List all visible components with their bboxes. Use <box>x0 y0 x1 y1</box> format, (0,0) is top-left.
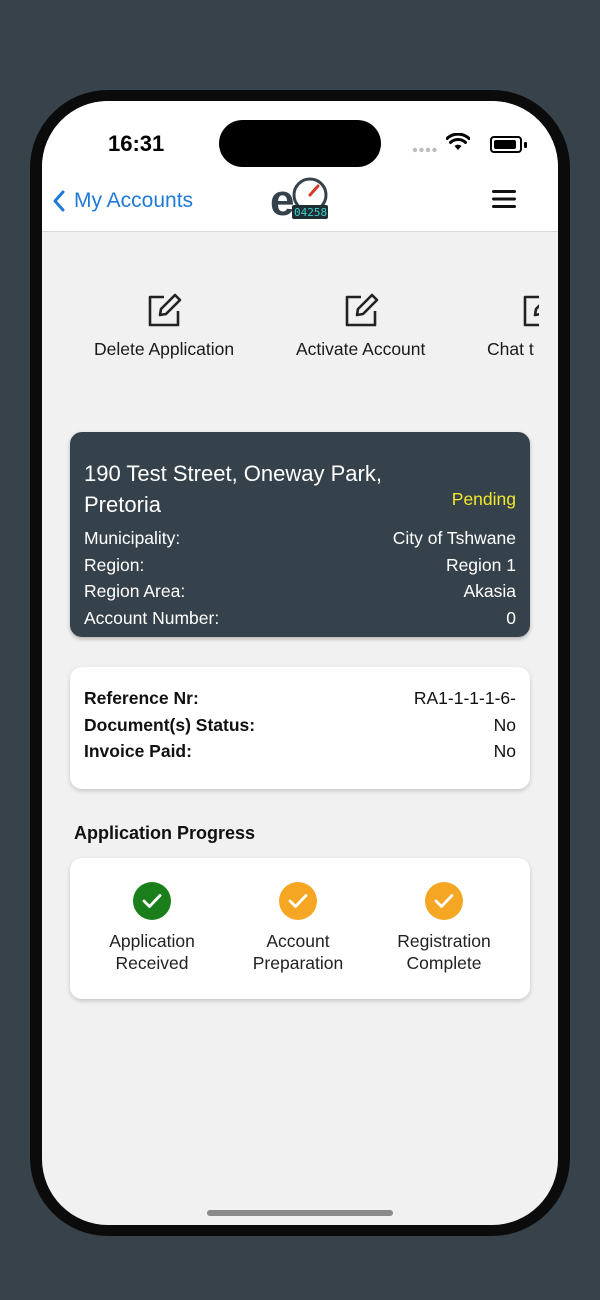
back-button[interactable]: My Accounts <box>52 189 193 213</box>
row-label: Reference Nr: <box>84 688 199 708</box>
edit-icon <box>345 293 378 327</box>
nav-bar: My Accounts e 04258 <box>42 171 558 232</box>
row-value: Akasia <box>463 581 516 601</box>
row-value: No <box>493 715 516 735</box>
row-label: Region: <box>84 555 145 575</box>
account-address: 190 Test Street, Oneway Park, Pretoria <box>84 461 382 517</box>
dynamic-island <box>219 120 381 167</box>
chat-button[interactable]: Chat t <box>487 291 539 360</box>
delete-application-button[interactable]: Delete Application <box>94 291 234 360</box>
hamburger-menu-icon[interactable] <box>492 188 516 210</box>
edit-icon <box>523 295 539 327</box>
row-value: Region 1 <box>445 555 516 575</box>
check-icon <box>133 882 171 920</box>
step-label-line2: Received <box>115 953 189 973</box>
edit-icon <box>148 293 182 327</box>
info-row: Account Number: 0 <box>84 608 516 629</box>
progress-card: Application Received Account Preparation… <box>70 858 530 999</box>
info-row: Region Area: Akasia <box>84 581 516 602</box>
status-badge: Pending <box>451 489 516 509</box>
detail-row: Reference Nr: RA1-1-1-1-6- <box>84 688 516 709</box>
row-value: City of Tshwane <box>392 528 516 548</box>
details-card: Reference Nr: RA1-1-1-1-6- Document(s) S… <box>70 667 530 789</box>
detail-row: Invoice Paid: No <box>84 741 516 762</box>
step-label-line1: Account <box>266 931 330 951</box>
status-time: 16:31 <box>108 131 165 156</box>
row-label: Document(s) Status: <box>84 715 256 735</box>
check-icon <box>279 882 317 920</box>
progress-title: Application Progress <box>74 823 256 843</box>
check-icon <box>425 882 463 920</box>
action-row: Delete Application Activate Account Chat… <box>42 291 558 381</box>
info-row: Region: Region 1 <box>84 555 516 576</box>
svg-text:e: e <box>270 176 294 223</box>
row-label: Municipality: <box>84 528 181 548</box>
step-label-line1: Registration <box>397 931 491 951</box>
row-value: No <box>493 741 516 761</box>
progress-step: Registration Complete <box>374 882 514 974</box>
step-label-line2: Complete <box>406 953 482 973</box>
account-card[interactable]: 190 Test Street, Oneway Park, Pretoria P… <box>70 432 530 637</box>
screen: 16:31 My Accounts e 04258 Delete Applica… <box>42 101 558 1225</box>
app-logo: e 04258 <box>270 176 328 223</box>
row-value: RA1-1-1-1-6- <box>413 688 516 708</box>
row-label: Region Area: <box>84 581 186 601</box>
step-label-line2: Preparation <box>252 953 344 973</box>
battery-icon <box>490 136 527 153</box>
progress-step: Application Received <box>82 882 222 974</box>
step-label-line1: Application <box>109 931 195 951</box>
back-label: My Accounts <box>74 189 194 212</box>
signal-icon <box>412 147 437 153</box>
activate-account-button[interactable]: Activate Account <box>296 291 425 360</box>
action-label: Delete Application <box>94 339 235 359</box>
row-value: 0 <box>506 608 516 628</box>
info-row: Municipality: City of Tshwane <box>84 528 516 549</box>
logo-counter: 04258 <box>294 206 327 219</box>
progress-step: Account Preparation <box>228 882 368 974</box>
action-label: Chat t <box>487 339 534 359</box>
wifi-icon <box>446 133 470 150</box>
chevron-left-icon <box>53 190 65 212</box>
detail-row: Document(s) Status: No <box>84 715 516 736</box>
row-label: Account Number: <box>84 608 220 628</box>
home-indicator[interactable] <box>207 1210 393 1216</box>
action-label: Activate Account <box>296 339 426 359</box>
row-label: Invoice Paid: <box>84 741 192 761</box>
